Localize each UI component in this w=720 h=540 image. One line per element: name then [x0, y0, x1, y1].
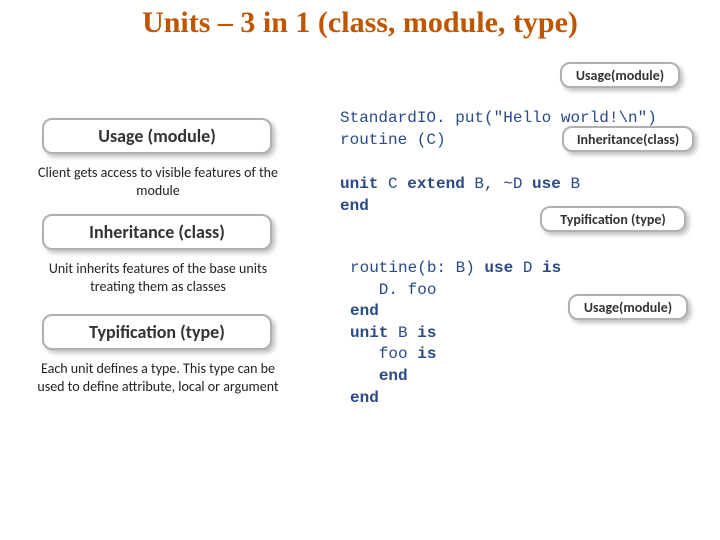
code-text: routine (C)	[340, 131, 446, 149]
code-keyword: unit	[350, 324, 388, 342]
code-keyword: is	[417, 324, 436, 342]
code-keyword: use	[532, 175, 561, 193]
heading-typification-type: Typification (type)	[42, 314, 272, 350]
tag-usage-module-mid: Usage(module)	[568, 294, 688, 320]
code-text: C	[378, 175, 407, 193]
code-text: Standard	[340, 109, 417, 127]
tag-usage-module-top: Usage(module)	[560, 62, 680, 88]
code-keyword: end	[340, 197, 369, 215]
tag-typification-type: Typification (type)	[540, 206, 686, 232]
desc-usage-module: Client gets access to visible features o…	[26, 164, 290, 199]
code-text: routine(b: B)	[350, 259, 484, 277]
code-text: D. foo	[350, 281, 436, 299]
code-keyword: extend	[407, 175, 465, 193]
code-text: D	[513, 259, 542, 277]
code-keyword: is	[417, 345, 436, 363]
code-text: B, ~D	[465, 175, 532, 193]
heading-inheritance-class: Inheritance (class)	[42, 214, 272, 250]
code-block-3: routine(b: B) use D is D. foo end unit B…	[350, 258, 561, 409]
desc-typification-type: Each unit defines a type. This type can …	[26, 360, 290, 395]
code-keyword: use	[484, 259, 513, 277]
desc-inheritance-class: Unit inherits features of the base units…	[26, 260, 290, 295]
slide-title: Units – 3 in 1 (class, module, type)	[0, 6, 720, 40]
heading-usage-module: Usage (module)	[42, 118, 272, 154]
code-keyword: end	[350, 302, 379, 320]
code-keyword: is	[542, 259, 561, 277]
code-text: B	[561, 175, 580, 193]
code-text	[350, 367, 379, 385]
code-keyword: unit	[340, 175, 378, 193]
code-text: B	[388, 324, 417, 342]
code-keyword: end	[379, 367, 408, 385]
code-keyword: end	[350, 389, 379, 407]
code-text: IO. put("Hello world!\n")	[417, 109, 657, 127]
tag-inheritance-class: Inheritance(class)	[562, 126, 694, 152]
slide: Units – 3 in 1 (class, module, type) Usa…	[0, 0, 720, 540]
code-text: foo	[350, 345, 417, 363]
